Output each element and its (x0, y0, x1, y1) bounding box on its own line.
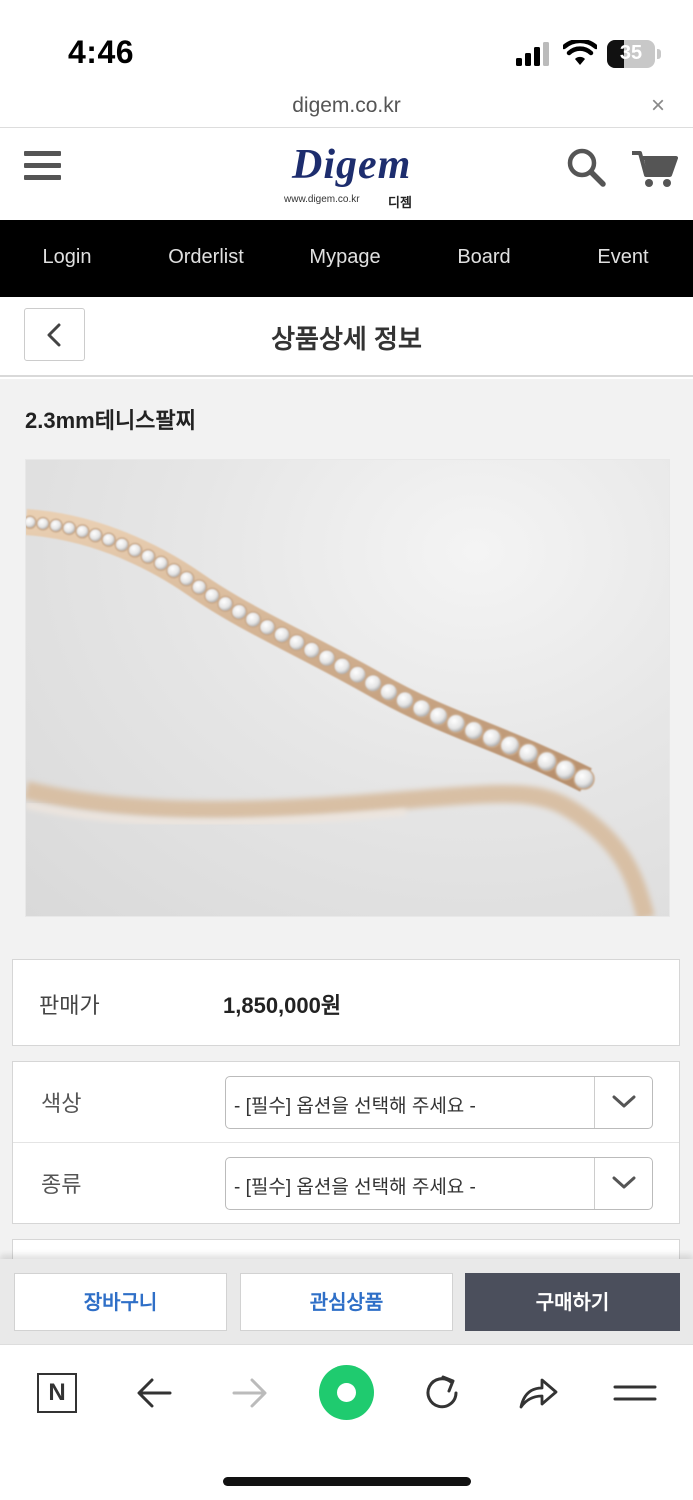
buy-now-button[interactable]: 구매하기 (465, 1273, 680, 1331)
cart-icon[interactable] (632, 149, 678, 189)
top-nav: Login Orderlist Mypage Board Event (0, 220, 693, 297)
naver-home-icon[interactable]: N (37, 1373, 77, 1413)
wishlist-button[interactable]: 관심상품 (240, 1273, 453, 1331)
chevron-down-icon (612, 1095, 636, 1108)
share-icon[interactable] (516, 1371, 560, 1415)
browser-toolbar: N (0, 1344, 693, 1500)
nav-mypage[interactable]: Mypage (290, 246, 400, 269)
reload-icon[interactable] (420, 1371, 464, 1415)
options-box: 색상 - [필수] 옵션을 선택해 주세요 - 종류 - [필수] 옵션을 선택… (12, 1061, 680, 1224)
url-bar[interactable]: digem.co.kr × (0, 90, 693, 128)
select-value: - [필수] 옵션을 선택해 주세요 - (234, 1177, 476, 1198)
chevron-down-icon (612, 1176, 636, 1189)
site-logo[interactable]: Digem www.digem.co.kr 디젬 (282, 139, 422, 214)
status-bar: 4:46 35 (0, 0, 693, 90)
url-text[interactable]: digem.co.kr (0, 94, 693, 118)
status-time: 4:46 (68, 34, 135, 70)
site-header: Digem www.digem.co.kr 디젬 (0, 129, 693, 220)
search-icon[interactable] (566, 147, 606, 187)
option-row-color: 색상 - [필수] 옵션을 선택해 주세요 - (13, 1062, 679, 1143)
nav-login[interactable]: Login (12, 246, 122, 269)
select-value: - [필수] 옵션을 선택해 주세요 - (234, 1096, 476, 1117)
product-detail: 2.3mm테니스팔찌 판매가 1,850,000원 색상 - [필수] 옵션을 … (0, 379, 693, 1259)
price-box: 판매가 1,850,000원 (12, 959, 680, 1046)
forward-arrow-icon[interactable] (228, 1371, 272, 1415)
product-name: 2.3mm테니스팔찌 (25, 408, 196, 433)
add-to-cart-button[interactable]: 장바구니 (14, 1273, 227, 1331)
price-label: 판매가 (39, 993, 100, 1018)
partial-section (12, 1239, 680, 1259)
menu-lines-icon[interactable] (613, 1371, 657, 1415)
nav-board[interactable]: Board (429, 246, 539, 269)
home-indicator (223, 1477, 471, 1486)
page-title-bar: 상품상세 정보 (0, 297, 693, 377)
green-dot-button[interactable] (319, 1365, 374, 1420)
option-label: 색상 (41, 1091, 82, 1116)
menu-icon[interactable] (24, 151, 61, 183)
nav-orderlist[interactable]: Orderlist (151, 246, 261, 269)
nav-event[interactable]: Event (568, 246, 678, 269)
option-label: 종류 (41, 1172, 82, 1197)
bracelet-photo (26, 509, 655, 916)
close-icon[interactable]: × (651, 92, 665, 120)
price-value: 1,850,000원 (223, 993, 342, 1018)
wifi-icon (563, 40, 597, 65)
back-arrow-icon[interactable] (132, 1371, 176, 1415)
product-image[interactable] (25, 459, 670, 917)
type-select[interactable]: - [필수] 옵션을 선택해 주세요 - (225, 1157, 653, 1210)
battery-icon: 35 (607, 40, 661, 68)
option-row-type: 종류 - [필수] 옵션을 선택해 주세요 - (13, 1143, 679, 1224)
cellular-signal-icon (516, 42, 549, 66)
page-title: 상품상세 정보 (271, 324, 422, 354)
battery-level: 35 (619, 42, 643, 64)
color-select[interactable]: - [필수] 옵션을 선택해 주세요 - (225, 1076, 653, 1129)
action-bar: 장바구니 관심상품 구매하기 (0, 1259, 693, 1344)
